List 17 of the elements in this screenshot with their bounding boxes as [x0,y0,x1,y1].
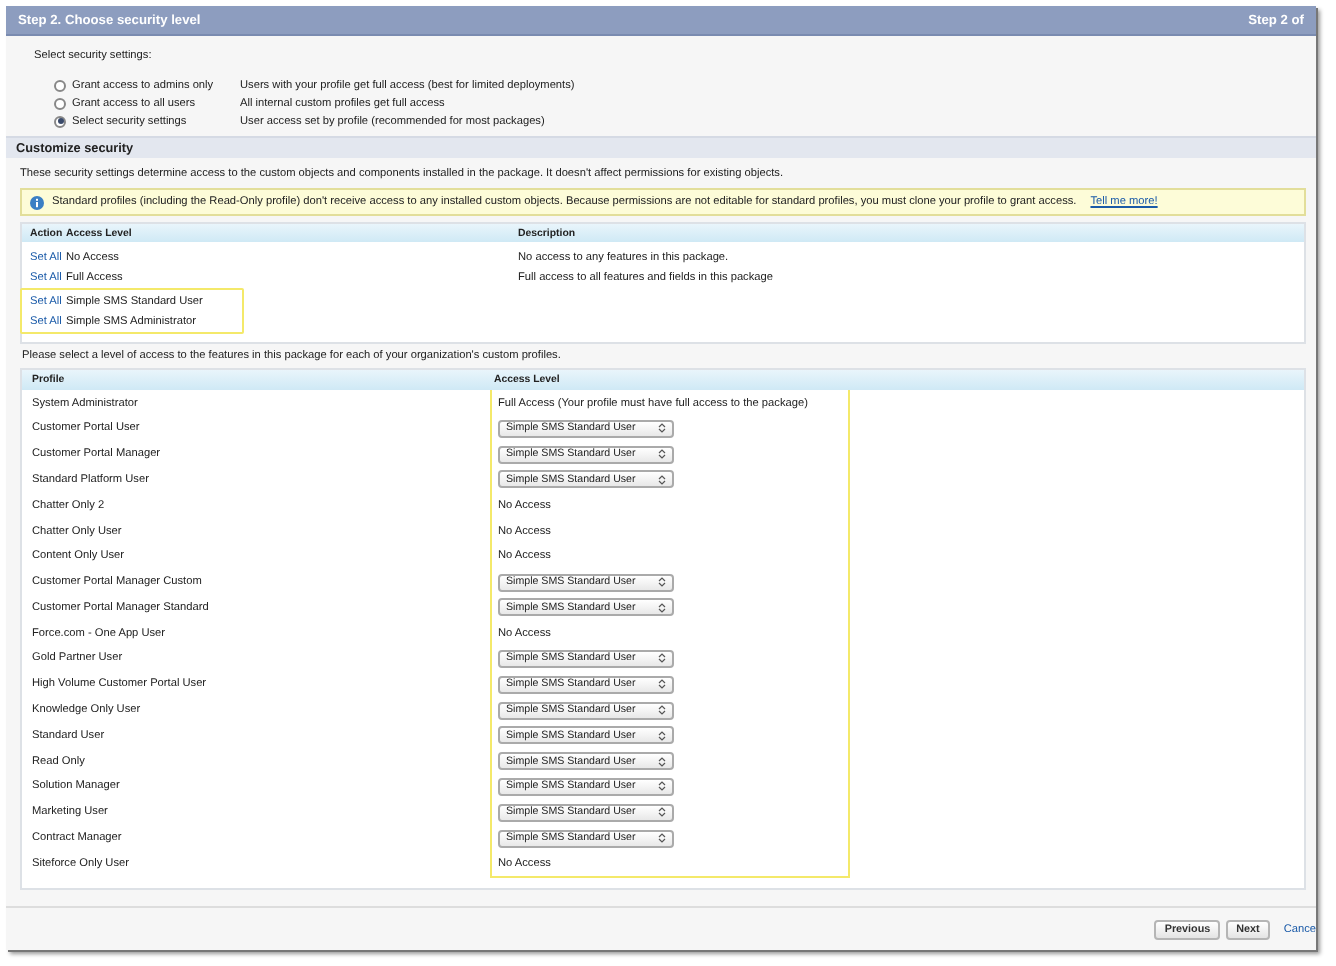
updown-caret-icon [658,601,666,614]
updown-caret-icon [658,755,666,768]
updown-caret-icon [658,422,666,435]
updown-caret-icon [658,678,666,691]
radio-button[interactable] [54,79,66,92]
updown-caret-icon [658,832,666,845]
updown-caret-icon [658,448,666,461]
updown-caret-icon [658,729,666,742]
updown-caret-icon [658,704,666,717]
info-icon [30,195,44,210]
radio-button[interactable] [54,115,66,128]
updown-caret-icon [658,473,666,486]
radio-button[interactable] [54,97,66,110]
updown-caret-icon [658,576,666,589]
updown-caret-icon [658,780,666,793]
updown-caret-icon [658,806,666,819]
updown-caret-icon [658,652,666,665]
